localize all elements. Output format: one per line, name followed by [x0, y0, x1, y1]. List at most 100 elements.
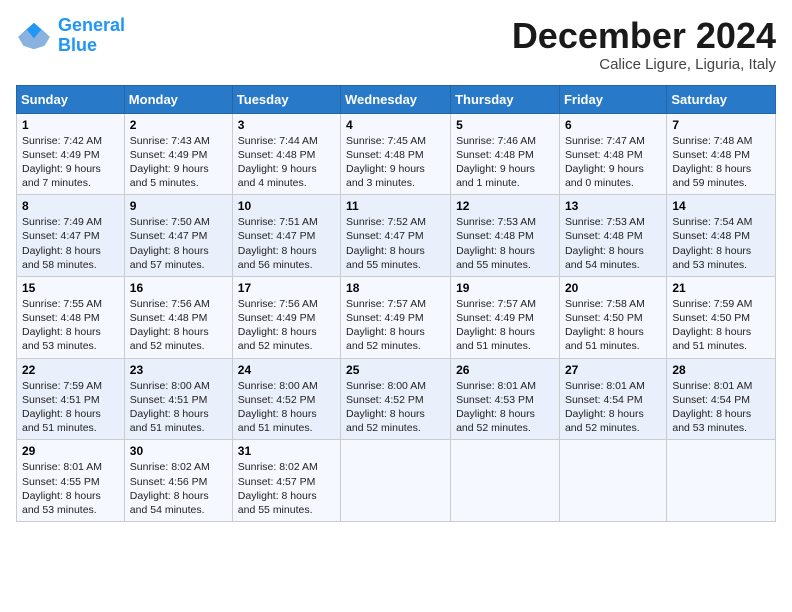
calendar-cell: 17 Sunrise: 7:56 AMSunset: 4:49 PMDayligh…	[232, 276, 340, 358]
calendar-cell: 4 Sunrise: 7:45 AMSunset: 4:48 PMDaylight…	[341, 113, 451, 195]
header-friday: Friday	[559, 85, 666, 113]
day-number: 22	[22, 363, 119, 377]
calendar-cell: 5 Sunrise: 7:46 AMSunset: 4:48 PMDaylight…	[451, 113, 560, 195]
day-number: 23	[130, 363, 227, 377]
calendar-cell: 27Sunrise: 8:01 AMSunset: 4:54 PMDayligh…	[559, 358, 666, 440]
day-info: Sunrise: 7:58 AMSunset: 4:50 PMDaylight:…	[565, 297, 661, 354]
day-info: Sunrise: 7:51 AMSunset: 4:47 PMDaylight:…	[238, 215, 335, 272]
day-info: Sunrise: 7:50 AMSunset: 4:47 PMDaylight:…	[130, 215, 227, 272]
day-number: 24	[238, 363, 335, 377]
day-info: Sunrise: 8:02 AMSunset: 4:57 PMDaylight:…	[238, 460, 335, 517]
day-number: 13	[565, 199, 661, 213]
calendar-cell: 24 Sunrise: 8:00 AMSunset: 4:52 PMDayligh…	[232, 358, 340, 440]
day-info: Sunrise: 7:54 AMSunset: 4:48 PMDaylight:…	[672, 215, 770, 272]
calendar-cell: 11 Sunrise: 7:52 AMSunset: 4:47 PMDayligh…	[341, 195, 451, 277]
day-number: 16	[130, 281, 227, 295]
day-number: 8	[22, 199, 119, 213]
calendar-cell: 1Sunrise: 7:42 AMSunset: 4:49 PMDaylight…	[17, 113, 125, 195]
day-info: Sunrise: 8:01 AMSunset: 4:55 PMDaylight:…	[22, 460, 119, 517]
day-info: Sunrise: 8:00 AMSunset: 4:51 PMDaylight:…	[130, 379, 227, 436]
calendar-cell: 16 Sunrise: 7:56 AMSunset: 4:48 PMDayligh…	[124, 276, 232, 358]
calendar-cell	[341, 440, 451, 522]
calendar-table: SundayMondayTuesdayWednesdayThursdayFrid…	[16, 85, 776, 522]
calendar-cell: 28 Sunrise: 8:01 AMSunset: 4:54 PMDayligh…	[667, 358, 776, 440]
day-info: Sunrise: 8:01 AMSunset: 4:54 PMDaylight:…	[672, 379, 770, 436]
calendar-cell: 14 Sunrise: 7:54 AMSunset: 4:48 PMDayligh…	[667, 195, 776, 277]
week-row-2: 8Sunrise: 7:49 AMSunset: 4:47 PMDaylight…	[17, 195, 776, 277]
day-info: Sunrise: 7:47 AMSunset: 4:48 PMDaylight:…	[565, 134, 661, 191]
day-number: 30	[130, 444, 227, 458]
calendar-cell: 23 Sunrise: 8:00 AMSunset: 4:51 PMDayligh…	[124, 358, 232, 440]
day-info: Sunrise: 7:45 AMSunset: 4:48 PMDaylight:…	[346, 134, 445, 191]
calendar-cell	[667, 440, 776, 522]
day-number: 11	[346, 199, 445, 213]
day-info: Sunrise: 7:46 AMSunset: 4:48 PMDaylight:…	[456, 134, 554, 191]
day-number: 15	[22, 281, 119, 295]
calendar-header-row: SundayMondayTuesdayWednesdayThursdayFrid…	[17, 85, 776, 113]
calendar-cell: 12 Sunrise: 7:53 AMSunset: 4:48 PMDayligh…	[451, 195, 560, 277]
day-number: 18	[346, 281, 445, 295]
day-number: 4	[346, 118, 445, 132]
header-wednesday: Wednesday	[341, 85, 451, 113]
day-number: 6	[565, 118, 661, 132]
logo: General Blue	[16, 16, 125, 56]
calendar-cell: 20 Sunrise: 7:58 AMSunset: 4:50 PMDayligh…	[559, 276, 666, 358]
day-info: Sunrise: 8:01 AMSunset: 4:53 PMDaylight:…	[456, 379, 554, 436]
day-number: 20	[565, 281, 661, 295]
calendar-cell	[559, 440, 666, 522]
header-thursday: Thursday	[451, 85, 560, 113]
day-number: 21	[672, 281, 770, 295]
day-number: 31	[238, 444, 335, 458]
day-info: Sunrise: 7:44 AMSunset: 4:48 PMDaylight:…	[238, 134, 335, 191]
day-info: Sunrise: 7:55 AMSunset: 4:48 PMDaylight:…	[22, 297, 119, 354]
week-row-5: 29 Sunrise: 8:01 AMSunset: 4:55 PMDayligh…	[17, 440, 776, 522]
week-row-3: 15 Sunrise: 7:55 AMSunset: 4:48 PMDayligh…	[17, 276, 776, 358]
calendar-cell: 10Sunrise: 7:51 AMSunset: 4:47 PMDayligh…	[232, 195, 340, 277]
day-number: 27	[565, 363, 661, 377]
calendar-cell: 3 Sunrise: 7:44 AMSunset: 4:48 PMDaylight…	[232, 113, 340, 195]
day-info: Sunrise: 7:56 AMSunset: 4:49 PMDaylight:…	[238, 297, 335, 354]
day-info: Sunrise: 7:57 AMSunset: 4:49 PMDaylight:…	[456, 297, 554, 354]
calendar-cell: 29 Sunrise: 8:01 AMSunset: 4:55 PMDayligh…	[17, 440, 125, 522]
day-info: Sunrise: 7:59 AMSunset: 4:50 PMDaylight:…	[672, 297, 770, 354]
logo-line1: General	[58, 15, 125, 35]
day-number: 28	[672, 363, 770, 377]
day-number: 5	[456, 118, 554, 132]
day-info: Sunrise: 7:53 AMSunset: 4:48 PMDaylight:…	[456, 215, 554, 272]
header-monday: Monday	[124, 85, 232, 113]
day-info: Sunrise: 8:00 AMSunset: 4:52 PMDaylight:…	[238, 379, 335, 436]
day-number: 14	[672, 199, 770, 213]
title-block: December 2024 Calice Ligure, Liguria, It…	[512, 16, 776, 73]
day-number: 2	[130, 118, 227, 132]
calendar-cell: 15 Sunrise: 7:55 AMSunset: 4:48 PMDayligh…	[17, 276, 125, 358]
month-title: December 2024	[512, 16, 776, 56]
day-number: 3	[238, 118, 335, 132]
calendar-cell: 13Sunrise: 7:53 AMSunset: 4:48 PMDayligh…	[559, 195, 666, 277]
calendar-cell: 22 Sunrise: 7:59 AMSunset: 4:51 PMDayligh…	[17, 358, 125, 440]
day-number: 25	[346, 363, 445, 377]
day-number: 26	[456, 363, 554, 377]
day-number: 1	[22, 118, 119, 132]
calendar-cell: 9 Sunrise: 7:50 AMSunset: 4:47 PMDaylight…	[124, 195, 232, 277]
week-row-1: 1Sunrise: 7:42 AMSunset: 4:49 PMDaylight…	[17, 113, 776, 195]
calendar-cell	[451, 440, 560, 522]
calendar-cell: 19 Sunrise: 7:57 AMSunset: 4:49 PMDayligh…	[451, 276, 560, 358]
calendar-cell: 26 Sunrise: 8:01 AMSunset: 4:53 PMDayligh…	[451, 358, 560, 440]
week-row-4: 22 Sunrise: 7:59 AMSunset: 4:51 PMDayligh…	[17, 358, 776, 440]
day-info: Sunrise: 8:02 AMSunset: 4:56 PMDaylight:…	[130, 460, 227, 517]
day-number: 29	[22, 444, 119, 458]
header-saturday: Saturday	[667, 85, 776, 113]
day-info: Sunrise: 7:59 AMSunset: 4:51 PMDaylight:…	[22, 379, 119, 436]
day-number: 12	[456, 199, 554, 213]
day-number: 17	[238, 281, 335, 295]
day-number: 9	[130, 199, 227, 213]
calendar-cell: 31 Sunrise: 8:02 AMSunset: 4:57 PMDayligh…	[232, 440, 340, 522]
calendar-cell: 2Sunrise: 7:43 AMSunset: 4:49 PMDaylight…	[124, 113, 232, 195]
day-info: Sunrise: 7:52 AMSunset: 4:47 PMDaylight:…	[346, 215, 445, 272]
page-header: General Blue December 2024 Calice Ligure…	[16, 16, 776, 73]
day-number: 19	[456, 281, 554, 295]
calendar-cell: 6 Sunrise: 7:47 AMSunset: 4:48 PMDaylight…	[559, 113, 666, 195]
header-tuesday: Tuesday	[232, 85, 340, 113]
day-number: 7	[672, 118, 770, 132]
day-info: Sunrise: 7:56 AMSunset: 4:48 PMDaylight:…	[130, 297, 227, 354]
